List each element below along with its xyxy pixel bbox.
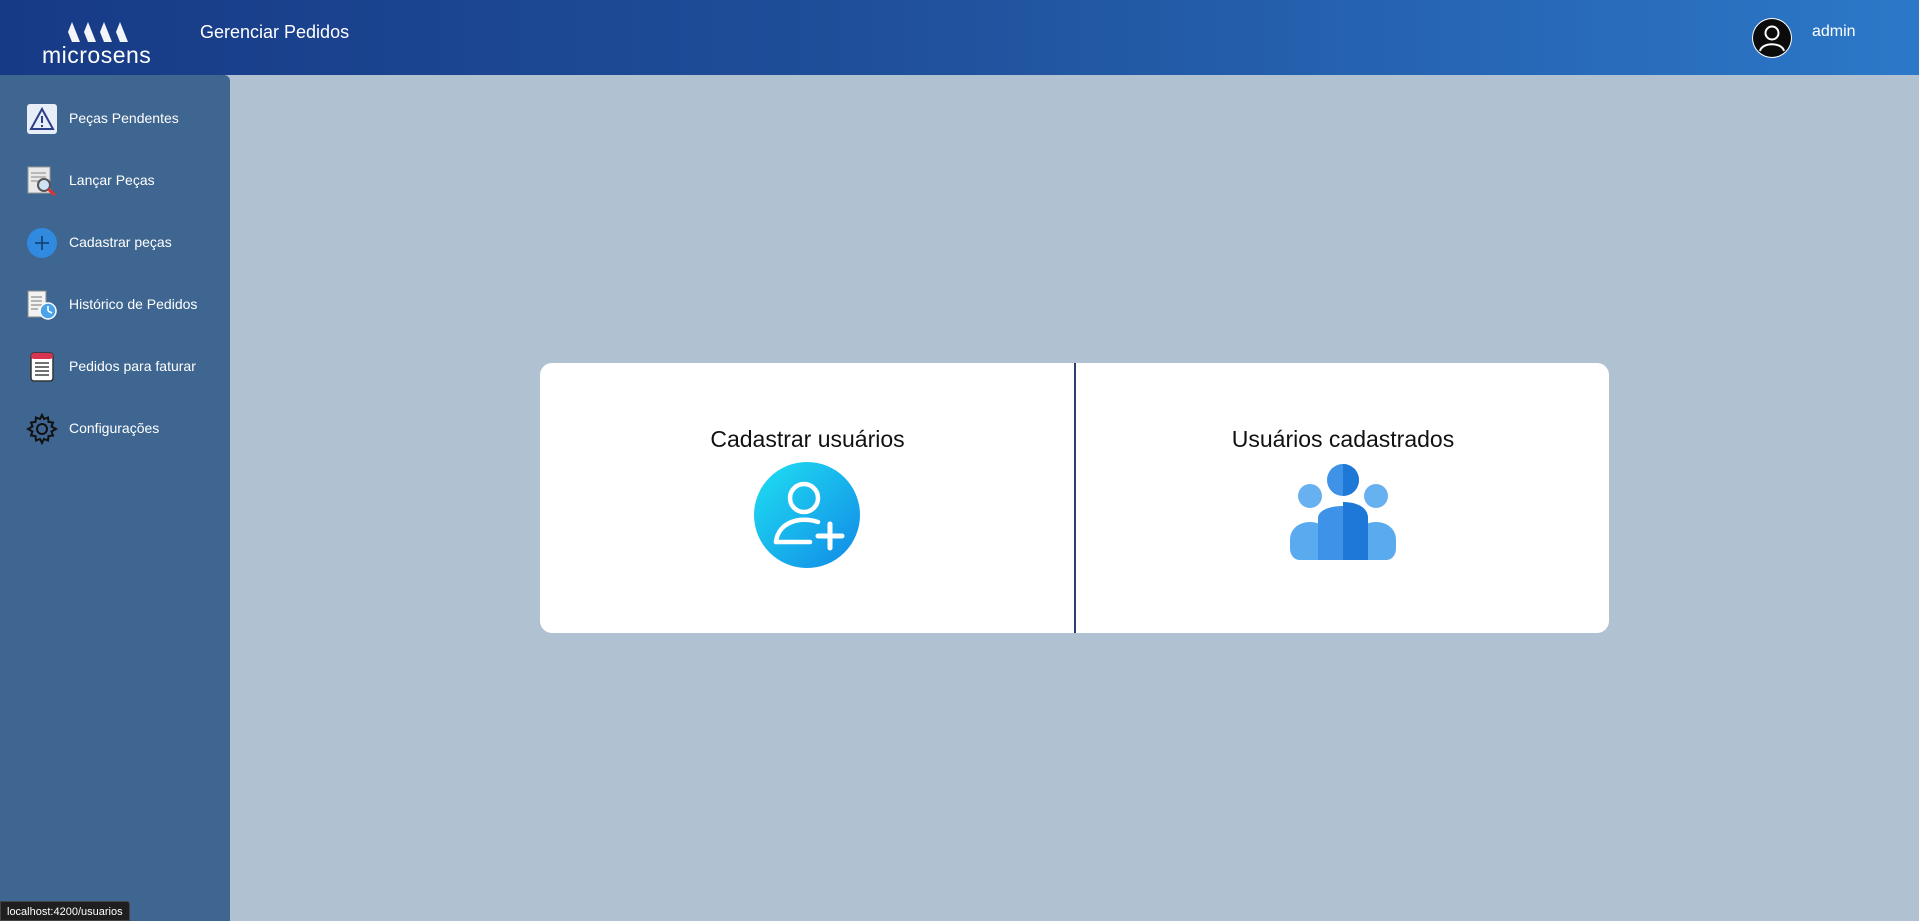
invoice-icon xyxy=(30,352,54,382)
sidebar-item-label: Configurações xyxy=(69,420,160,436)
page-title: Gerenciar Pedidos xyxy=(200,22,350,42)
sidebar: Peças Pendentes Lançar Peças Cadastrar p… xyxy=(0,75,230,921)
history-document-icon xyxy=(27,290,57,320)
sidebar-item-label: Cadastrar peças xyxy=(69,234,172,250)
username[interactable]: admin xyxy=(1812,23,1856,41)
sidebar-item-pedidos-faturar[interactable]: Pedidos para faturar xyxy=(0,341,230,391)
sidebar-item-lancar-pecas[interactable]: Lançar Peças xyxy=(0,155,230,205)
users-group-icon xyxy=(1290,464,1396,560)
microsens-logo[interactable]: microsens xyxy=(34,14,154,68)
user-options-card: Cadastrar usuários Usuários cadastrados xyxy=(540,363,1609,633)
warning-icon xyxy=(27,104,57,134)
registered-users-option[interactable]: Usuários cadastrados xyxy=(1077,363,1609,633)
card-divider xyxy=(1074,363,1076,633)
sidebar-item-historico-pedidos[interactable]: Histórico de Pedidos xyxy=(0,279,230,329)
user-avatar-icon[interactable] xyxy=(1752,18,1792,58)
plus-circle-icon xyxy=(27,228,57,258)
sidebar-item-pecas-pendentes[interactable]: Peças Pendentes xyxy=(0,93,230,143)
sidebar-item-label: Pedidos para faturar xyxy=(69,358,196,374)
magnify-document-icon xyxy=(27,166,56,197)
add-user-icon xyxy=(754,462,860,568)
sidebar-item-label: Peças Pendentes xyxy=(69,110,179,126)
brand-name: microsens xyxy=(42,42,152,68)
registered-users-title: Usuários cadastrados xyxy=(1231,426,1455,452)
sidebar-item-label: Histórico de Pedidos xyxy=(69,296,198,312)
register-users-option[interactable]: Cadastrar usuários xyxy=(540,363,1075,633)
sidebar-item-configuracoes[interactable]: Configurações xyxy=(0,403,230,453)
register-users-title: Cadastrar usuários xyxy=(710,426,905,452)
top-header: microsens Gerenciar Pedidos admin xyxy=(0,0,1919,75)
sidebar-item-label: Lançar Peças xyxy=(69,172,155,188)
gear-icon xyxy=(26,413,58,445)
sidebar-item-cadastrar-pecas[interactable]: Cadastrar peças xyxy=(0,217,230,267)
link-status-bar: localhost:4200/usuarios xyxy=(0,901,130,921)
